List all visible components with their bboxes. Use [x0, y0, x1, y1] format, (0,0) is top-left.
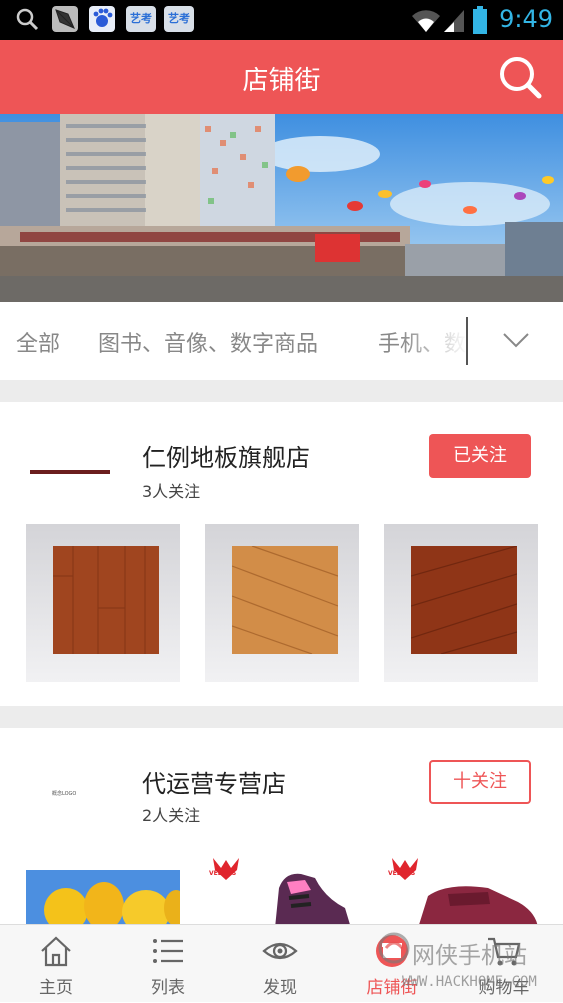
signal-icon: [444, 10, 464, 32]
follow-button[interactable]: 十关注: [429, 760, 531, 804]
page-title: 店铺街: [242, 66, 321, 96]
home-icon: [41, 936, 71, 967]
search-icon[interactable]: [497, 54, 543, 100]
category-tab-all[interactable]: 全部: [16, 326, 60, 358]
shop-card[interactable]: 仁例地板旗舰店 3人关注 已关注: [0, 402, 563, 706]
follower-count: 3人关注: [142, 482, 201, 501]
tab-cart[interactable]: 购物车: [448, 925, 560, 1003]
tab-list[interactable]: 列表: [112, 925, 224, 1003]
category-bar: 全部 图书、音像、数字商品 手机、数: [0, 302, 563, 380]
chevron-down-icon[interactable]: [500, 324, 532, 356]
product-thumbnail[interactable]: VEEMES: [384, 852, 538, 924]
section-gap: [0, 706, 563, 728]
bottom-tab-bar: 主页 列表 发现 店铺街 购物车: [0, 924, 563, 1002]
yikao-app-icon: 艺考: [164, 6, 194, 32]
baidu-icon: [89, 6, 115, 32]
tab-label: 购物车: [478, 978, 530, 998]
search-icon: [16, 8, 39, 31]
follower-count: 2人关注: [142, 806, 201, 825]
wood-flooring-image: [232, 546, 338, 654]
shop-name[interactable]: 代运营专营店: [142, 764, 286, 799]
section-gap: [0, 380, 563, 402]
cart-icon: [488, 937, 521, 966]
category-fade: [400, 302, 468, 380]
tab-home[interactable]: 主页: [0, 925, 112, 1003]
tab-store-street[interactable]: 店铺街: [336, 925, 448, 1003]
kite-app-icon: [52, 6, 78, 32]
wood-flooring-image: [411, 546, 517, 654]
shop-card[interactable]: 概念LOGO 代运营专营店 2人关注 十关注 VEEMES VEEMES: [0, 728, 563, 924]
tab-label: 列表: [151, 978, 185, 998]
tab-label: 店铺街: [366, 978, 418, 998]
tulips-image: [26, 870, 180, 924]
shop-logo: [24, 442, 116, 502]
product-thumbnail[interactable]: [384, 524, 538, 682]
status-time: 9:49: [499, 5, 553, 33]
app-header: 店铺街: [0, 40, 563, 114]
wood-flooring-image: [53, 546, 159, 654]
shop-logo: 概念LOGO: [52, 791, 77, 797]
banner-image[interactable]: [0, 114, 563, 302]
category-divider: [466, 317, 468, 365]
battery-icon: [473, 6, 487, 34]
category-tab-books[interactable]: 图书、音像、数字商品: [98, 326, 318, 358]
veemes-brand-label: VEEMES: [209, 870, 237, 877]
shop-name[interactable]: 仁例地板旗舰店: [142, 438, 310, 473]
product-thumbnail[interactable]: [26, 870, 180, 924]
tab-discover[interactable]: 发现: [224, 925, 336, 1003]
store-icon: [376, 935, 408, 967]
product-thumbnail[interactable]: [26, 524, 180, 682]
eye-icon: [262, 942, 298, 960]
status-bar: 艺考 艺考 9:49: [0, 0, 563, 40]
veemes-brand-label: VEEMES: [388, 870, 416, 877]
shoe-image: [275, 873, 350, 924]
shoe-image: [419, 886, 538, 924]
wifi-icon: [412, 10, 440, 32]
yikao-app-icon: 艺考: [126, 6, 156, 32]
tab-label: 主页: [39, 978, 73, 998]
follow-button[interactable]: 已关注: [429, 434, 531, 478]
product-thumbnail[interactable]: [205, 524, 359, 682]
tab-label: 发现: [263, 978, 297, 998]
product-thumbnail[interactable]: VEEMES: [205, 852, 359, 924]
list-icon: [153, 939, 183, 963]
